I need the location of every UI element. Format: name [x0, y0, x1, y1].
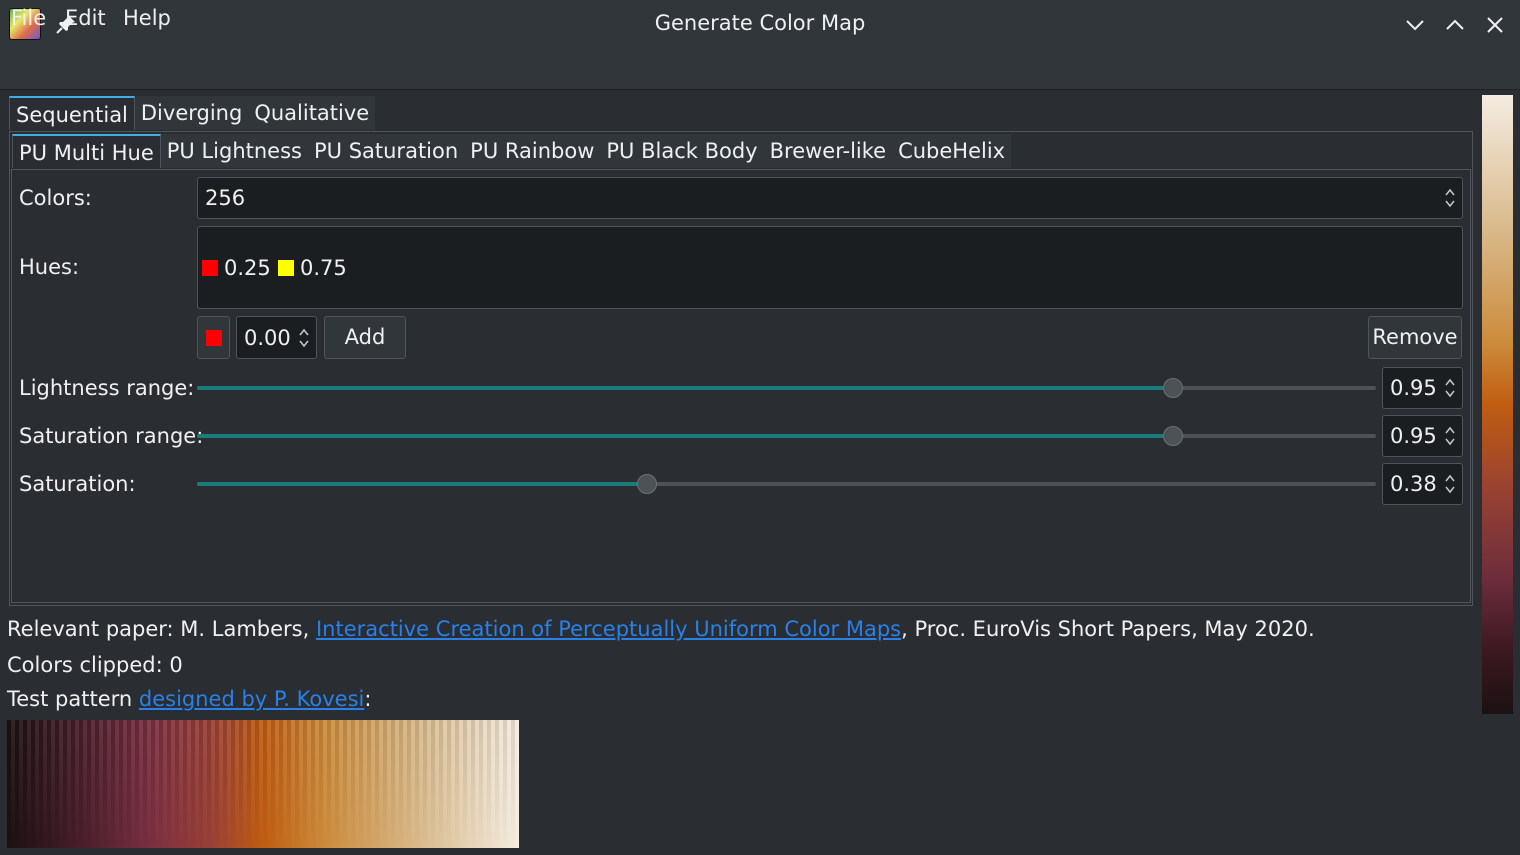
colors-label: Colors: — [19, 186, 92, 210]
hues-label: Hues: — [19, 255, 80, 279]
add-hue-button[interactable]: Add — [324, 316, 406, 359]
remove-hue-button[interactable]: Remove — [1368, 316, 1462, 359]
hue-value: 0.75 — [300, 256, 347, 280]
menu-help[interactable]: Help — [123, 6, 171, 30]
hues-list[interactable]: 0.25 0.75 — [197, 226, 1463, 309]
slider-fill — [197, 434, 1173, 438]
hue-swatch — [202, 260, 218, 276]
saturation-slider[interactable] — [197, 474, 1376, 494]
paper-link[interactable]: Interactive Creation of Perceptually Uni… — [316, 617, 901, 641]
tab-pu-rainbow[interactable]: PU Rainbow — [464, 134, 601, 168]
slider-fill — [197, 386, 1173, 390]
paper-reference: Relevant paper: M. Lambers, Interactive … — [7, 617, 1315, 641]
chevron-up-icon — [1446, 19, 1464, 30]
colormap-type-tabs: Sequential Diverging Qualitative — [9, 96, 376, 132]
test-pattern-image — [7, 720, 519, 848]
spin-arrows-icon — [299, 328, 309, 347]
colormap-preview — [1482, 95, 1513, 714]
saturation-range-value: 0.95 — [1390, 424, 1437, 448]
tab-qualitative[interactable]: Qualitative — [248, 96, 376, 130]
menu-bar — [0, 50, 1520, 90]
hue-item[interactable]: 0.25 — [202, 256, 271, 280]
hue-value-spinbox[interactable]: 0.00 — [236, 316, 317, 359]
spin-arrows-icon — [1445, 474, 1455, 494]
window-title: Generate Color Map — [654, 11, 866, 35]
tab-pu-saturation[interactable]: PU Saturation — [307, 134, 465, 168]
tab-diverging[interactable]: Diverging — [134, 96, 249, 130]
lightness-range-label: Lightness range: — [19, 376, 195, 400]
tab-cubehelix[interactable]: CubeHelix — [892, 134, 1012, 168]
hue-value: 0.25 — [224, 256, 271, 280]
slider-handle[interactable] — [1163, 426, 1183, 446]
sequential-method-tabs: PU Multi Hue PU Lightness PU Saturation … — [12, 134, 1012, 170]
lightness-range-value: 0.95 — [1390, 376, 1437, 400]
spin-arrows-icon — [1445, 378, 1455, 398]
paper-suffix: , Proc. EuroVis Short Papers, May 2020. — [901, 617, 1315, 641]
maximize-button[interactable] — [1442, 12, 1468, 38]
new-hue-swatch — [206, 330, 222, 346]
tab-pu-black-body[interactable]: PU Black Body — [600, 134, 764, 168]
test-pattern-caption: Test pattern designed by P. Kovesi: — [7, 687, 371, 711]
pattern-suffix: : — [364, 687, 372, 711]
saturation-range-slider[interactable] — [197, 426, 1376, 446]
tab-brewer-like[interactable]: Brewer-like — [763, 134, 893, 168]
paper-prefix: Relevant paper: M. Lambers, — [7, 617, 316, 641]
kovesi-link[interactable]: designed by P. Kovesi — [139, 687, 364, 711]
saturation-spinbox[interactable]: 0.38 — [1382, 463, 1463, 505]
colors-value: 256 — [205, 186, 246, 210]
colors-spinbox[interactable]: 256 — [197, 177, 1463, 219]
saturation-range-spinbox[interactable]: 0.95 — [1382, 415, 1463, 457]
spin-arrows-icon — [1445, 426, 1455, 446]
lightness-range-slider[interactable] — [197, 378, 1376, 398]
saturation-label: Saturation: — [19, 472, 136, 496]
pattern-prefix: Test pattern — [7, 687, 139, 711]
menu-edit[interactable]: Edit — [65, 6, 106, 30]
colors-clipped: Colors clipped: 0 — [7, 653, 183, 677]
close-icon — [1487, 17, 1503, 33]
tab-pu-lightness[interactable]: PU Lightness — [160, 134, 308, 168]
lightness-range-spinbox[interactable]: 0.95 — [1382, 367, 1463, 409]
spin-arrows-icon — [1445, 188, 1455, 208]
slider-handle[interactable] — [637, 474, 657, 494]
hue-item[interactable]: 0.75 — [278, 256, 347, 280]
slider-handle[interactable] — [1163, 378, 1183, 398]
tab-sequential[interactable]: Sequential — [9, 96, 135, 130]
new-hue-value: 0.00 — [244, 326, 291, 350]
close-button[interactable] — [1482, 12, 1508, 38]
saturation-range-label: Saturation range: — [19, 424, 204, 448]
minimize-button[interactable] — [1402, 12, 1428, 38]
hue-swatch — [278, 260, 294, 276]
tab-pu-multi-hue[interactable]: PU Multi Hue — [12, 134, 161, 168]
slider-fill — [197, 482, 647, 486]
hue-color-picker-button[interactable] — [197, 316, 230, 359]
saturation-value: 0.38 — [1390, 472, 1437, 496]
chevron-down-icon — [1406, 20, 1424, 31]
menu-file[interactable]: File — [11, 6, 46, 30]
